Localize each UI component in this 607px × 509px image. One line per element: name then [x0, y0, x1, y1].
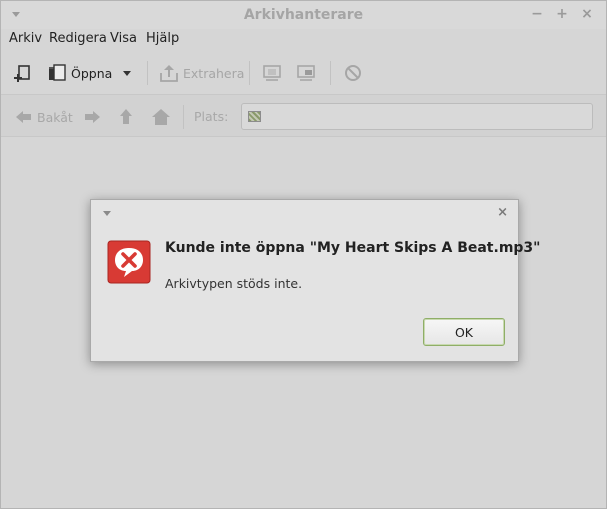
location-favicon-icon	[248, 111, 261, 122]
chevron-down-icon	[123, 71, 131, 76]
open-dropdown-button[interactable]	[120, 61, 134, 85]
home-icon	[152, 109, 170, 125]
add-folder-icon	[297, 65, 315, 81]
add-files-icon	[263, 65, 281, 81]
window-title: Arkivhanterare	[243, 7, 364, 23]
new-archive-icon	[14, 65, 30, 82]
menu-bar: Arkiv Redigera Visa Hjälp	[1, 29, 606, 49]
close-button[interactable]: ×	[579, 6, 595, 22]
location-separator	[183, 105, 184, 129]
stop-icon	[345, 65, 361, 81]
extract-label: Extrahera	[183, 65, 245, 81]
dialog-close-button[interactable]: ×	[497, 205, 508, 220]
dialog-heading: Kunde inte öppna "My Heart Skips A Beat.…	[165, 240, 541, 256]
menu-arkiv[interactable]: Arkiv	[9, 31, 42, 46]
extract-icon	[160, 65, 178, 82]
menu-visa[interactable]: Visa	[110, 31, 137, 46]
toolbar: Öppna Extrahera	[1, 53, 606, 93]
error-icon	[107, 240, 151, 284]
add-folder-button[interactable]	[296, 61, 318, 85]
open-button[interactable]: Öppna	[47, 61, 112, 85]
arrow-up-icon	[120, 109, 132, 124]
back-button[interactable]: Bakåt	[15, 107, 73, 127]
arrow-right-icon	[85, 111, 100, 123]
dialog-message: Arkivtypen stöds inte.	[165, 276, 303, 291]
location-bar: Bakåt Plats:	[1, 94, 606, 137]
add-files-button[interactable]	[262, 61, 284, 85]
open-label: Öppna	[71, 65, 113, 81]
error-dialog: × Kunde inte öppna "My Heart Skips A Bea…	[90, 199, 540, 362]
open-archive-icon	[49, 64, 66, 81]
toolbar-separator	[249, 61, 250, 85]
new-archive-button[interactable]	[13, 61, 33, 85]
maximize-button[interactable]: +	[554, 6, 570, 22]
dialog-menu-icon[interactable]	[103, 211, 111, 216]
stop-button[interactable]	[343, 61, 363, 85]
place-input[interactable]	[241, 103, 593, 130]
place-label: Plats:	[194, 109, 229, 124]
menu-redigera[interactable]: Redigera	[49, 31, 107, 46]
forward-button[interactable]	[83, 107, 101, 127]
ok-button[interactable]: OK	[423, 318, 505, 346]
arrow-left-icon	[16, 111, 31, 123]
up-button[interactable]	[118, 107, 134, 127]
extract-button[interactable]: Extrahera	[159, 61, 244, 85]
title-bar: Arkivhanterare − + ×	[1, 1, 606, 29]
toolbar-separator	[147, 61, 148, 85]
menu-hjalp[interactable]: Hjälp	[146, 31, 179, 46]
home-button[interactable]	[151, 107, 171, 127]
minimize-button[interactable]: −	[529, 6, 545, 22]
toolbar-separator	[330, 61, 331, 85]
back-label: Bakåt	[37, 109, 73, 125]
